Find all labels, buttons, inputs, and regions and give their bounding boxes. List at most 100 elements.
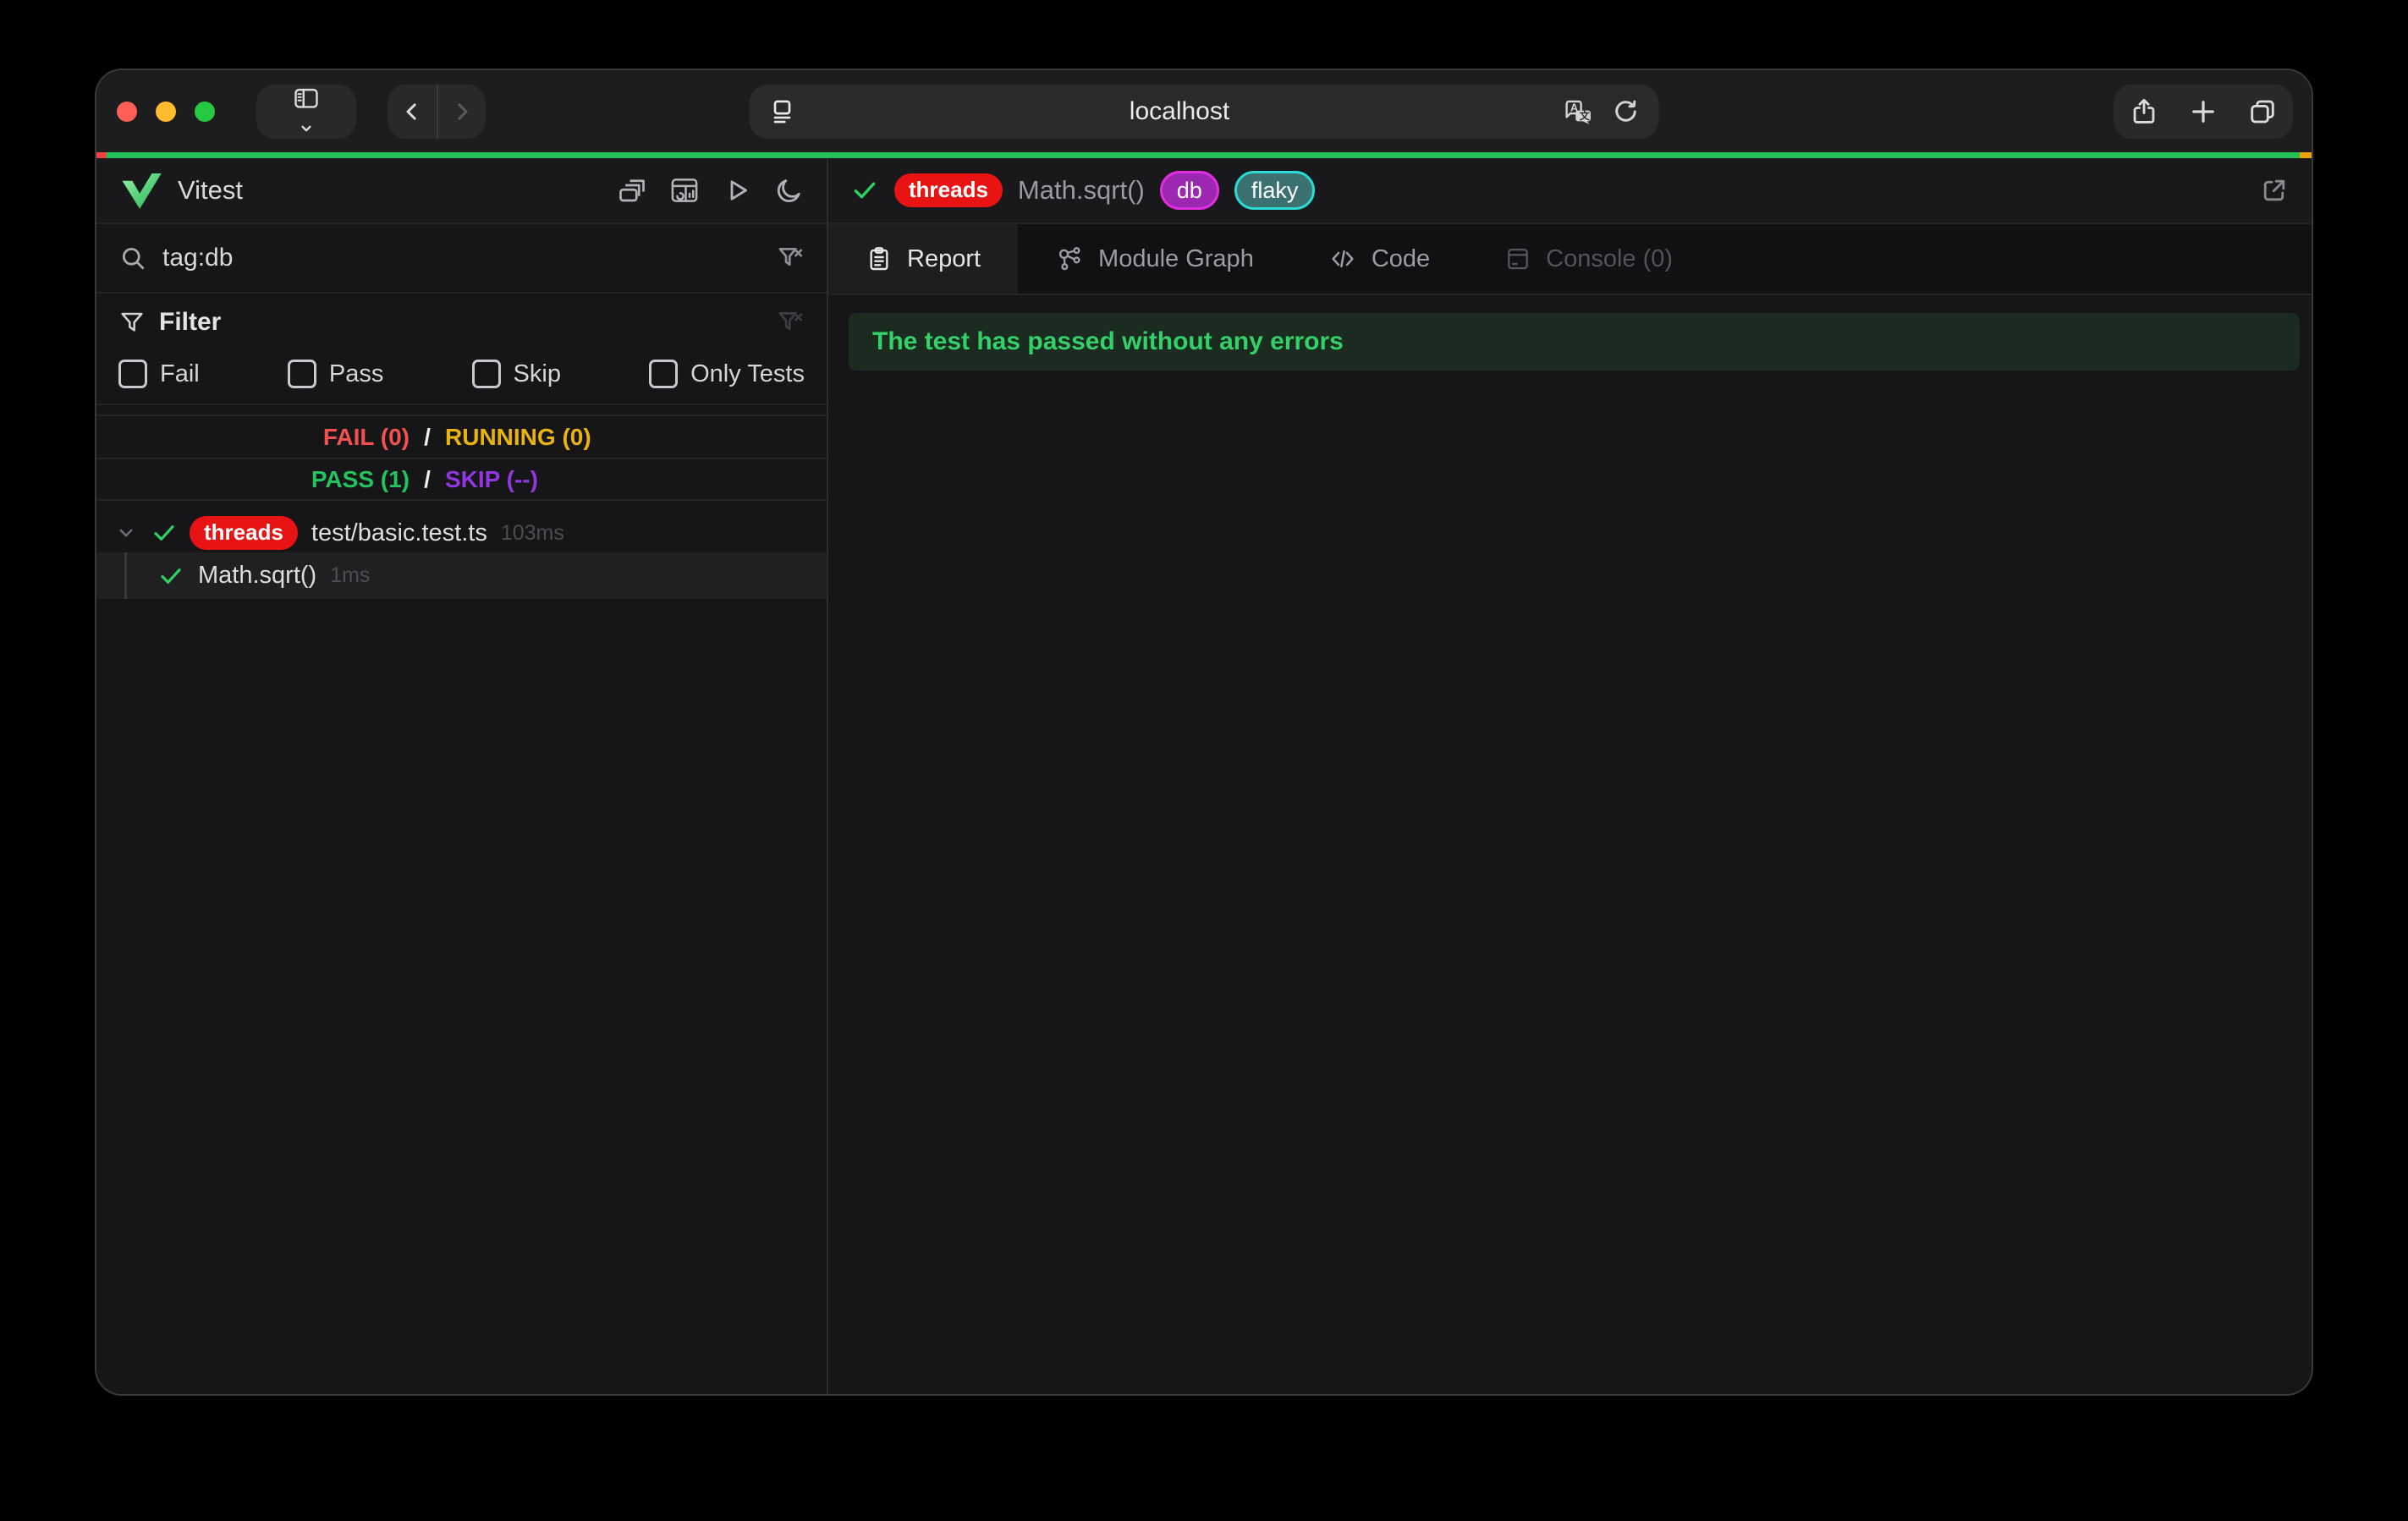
address-bar[interactable]: localhost A 文 [750,85,1659,139]
tag-badge-db: db [1160,171,1219,210]
report-message: The test has passed without any errors [872,327,1344,356]
search-row [96,224,827,294]
reader-view-icon[interactable] [768,97,797,126]
new-tab-button[interactable] [2188,96,2218,127]
moon-icon [774,175,805,206]
external-link-icon [2259,175,2290,206]
test-duration: 1ms [330,563,370,588]
back-icon [399,99,425,124]
checkbox-pass-label: Pass [329,360,383,388]
checkbox-only-tests-box[interactable] [649,360,678,388]
search-input[interactable] [162,244,776,272]
checkbox-fail[interactable]: Fail [118,360,200,388]
filter-icon [118,309,146,336]
history-nav-group [388,85,486,139]
chevron-down-icon [295,118,317,138]
file-duration: 103ms [501,521,564,546]
expander-chevron-icon[interactable] [113,520,139,546]
stats-row-1: FAIL (0) / RUNNING (0) [96,416,827,458]
report-success-banner: The test has passed without any errors [849,313,2300,371]
tab-report[interactable]: Report [828,224,1018,294]
stat-separator: / [410,424,445,451]
dashboard-button[interactable] [669,175,700,206]
pool-badge: threads [190,516,298,549]
stat-skip: SKIP (--) [445,466,827,493]
sidebar-toggle-button[interactable] [256,85,356,139]
sidebar-panel-icon [291,85,322,113]
stat-running: RUNNING (0) [445,424,827,451]
checkbox-fail-label: Fail [160,360,200,388]
report-clipboard-icon [866,245,893,272]
filter-x-icon [776,244,805,272]
clear-filter-button[interactable] [776,308,805,337]
close-window-button[interactable] [117,102,137,122]
tab-overview-button[interactable] [2247,96,2278,127]
test-title: Math.sqrt() [1018,175,1145,206]
pass-check-icon [850,176,879,205]
window-buttons-group [2114,85,2293,139]
windows-stack-button[interactable] [617,175,647,206]
test-detail-panel: threads Math.sqrt() db flaky [828,158,2312,1394]
detail-tabs: Report Module Graph [828,224,2312,295]
tab-module-graph[interactable]: Module Graph [1018,224,1291,294]
pass-check-icon [151,519,178,546]
app-title: Vitest [178,175,243,206]
translate-icon[interactable]: A 文 [1563,97,1597,126]
reload-button[interactable] [1612,97,1641,126]
console-icon [1504,245,1531,272]
dashboard-icon [669,175,700,206]
file-name: test/basic.test.ts [311,519,487,547]
checkbox-pass[interactable]: Pass [288,360,383,388]
zoom-window-button[interactable] [195,102,215,122]
checkbox-skip-box[interactable] [472,360,501,388]
progress-fail-segment [96,152,107,158]
play-icon [722,175,752,206]
minimize-window-button[interactable] [156,102,176,122]
clear-search-button[interactable] [776,244,805,272]
tab-console-label: Console (0) [1546,245,1673,273]
theme-toggle-button[interactable] [774,175,805,206]
browser-window: localhost A 文 [96,70,2312,1394]
test-explorer-sidebar: Vitest [96,158,827,1394]
stat-separator: / [410,466,445,493]
sidebar-header: Vitest [96,158,827,224]
windows-stack-icon [617,175,647,206]
tab-console[interactable]: Console (0) [1467,224,1710,294]
checkbox-skip[interactable]: Skip [472,360,561,388]
vitest-logo [118,169,164,211]
checkbox-fail-box[interactable] [118,360,147,388]
test-file-row[interactable]: threads test/basic.test.ts 103ms [96,513,827,552]
forward-button[interactable] [437,85,486,139]
checkbox-only-tests[interactable]: Only Tests [649,360,805,388]
filter-section: Filter Fail [96,294,827,405]
open-external-button[interactable] [2259,175,2290,206]
stat-pass: PASS (1) [96,466,410,493]
checkbox-pass-box[interactable] [288,360,316,388]
share-button[interactable] [2129,96,2159,127]
svg-text:文: 文 [1580,109,1591,122]
filter-x-dim-icon [776,308,805,337]
pass-check-icon [157,563,184,590]
test-detail-header: threads Math.sqrt() db flaky [828,158,2312,224]
run-all-button[interactable] [722,175,752,206]
tab-code[interactable]: Code [1291,224,1467,294]
module-graph-icon [1055,244,1084,273]
test-case-row[interactable]: Math.sqrt() 1ms [96,552,827,599]
back-button[interactable] [388,85,437,139]
tab-report-label: Report [907,245,981,273]
address-text: localhost [797,97,1563,126]
tab-code-label: Code [1372,245,1430,273]
traffic-lights [117,102,215,122]
checkbox-only-tests-label: Only Tests [690,360,805,388]
stat-fail: FAIL (0) [96,424,410,451]
tag-badge-flaky: flaky [1234,171,1316,210]
test-tree: threads test/basic.test.ts 103ms Math.sq… [96,513,827,599]
test-progress-bar [96,152,2312,158]
stats-row-2: PASS (1) / SKIP (--) [96,458,827,499]
filter-options: Fail Pass Skip Only Tests [96,351,827,404]
test-stats: FAIL (0) / RUNNING (0) PASS (1) / SKIP (… [96,415,827,501]
checkbox-skip-label: Skip [514,360,561,388]
search-icon [118,244,147,272]
tab-module-graph-label: Module Graph [1098,245,1254,273]
indent-guide [124,552,127,599]
